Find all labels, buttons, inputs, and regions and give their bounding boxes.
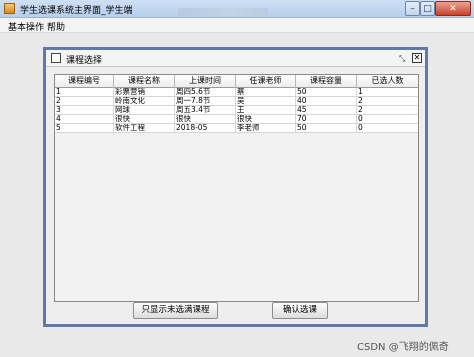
- table-cell: 50: [296, 88, 357, 96]
- table-cell: 4: [55, 115, 114, 123]
- minimize-button[interactable]: –: [405, 1, 420, 16]
- table-cell: 网球: [114, 106, 175, 114]
- window-title: 学生选课系统主界面_学生端: [20, 6, 133, 16]
- table-row[interactable]: 3 网球 周五3.4节 王 45 2: [55, 106, 418, 115]
- table-cell: 李老师: [236, 124, 296, 132]
- menu-help[interactable]: 帮助: [47, 20, 65, 33]
- table-cell: 很快: [114, 115, 175, 123]
- table-cell: 1: [358, 88, 363, 96]
- table-cell: 3: [55, 106, 114, 114]
- frame-title: 课程选择: [66, 56, 103, 66]
- menu-bar: 基本操作 帮助: [0, 18, 474, 33]
- table-cell: 0: [358, 124, 363, 132]
- watermark: CSDN @飞翔的佩奇: [357, 342, 449, 353]
- table-body: 1 彩票营销 周四5.6节 蔡 50 1 2 岭南文化 周一7.8节 吴 40 …: [55, 88, 418, 133]
- table-cell: 2: [358, 97, 363, 105]
- taskbar-ghost-tab: [178, 8, 268, 16]
- table-cell: 40: [296, 97, 357, 105]
- column-header-teacher[interactable]: 任课老师: [236, 75, 296, 88]
- frame-window-icon: [51, 53, 61, 63]
- table-cell: 彩票营销: [114, 88, 175, 96]
- maximize-icon: □: [423, 3, 432, 14]
- table-cell: 软件工程: [114, 124, 175, 132]
- table-cell: 蔡: [236, 88, 296, 96]
- confirm-selection-button[interactable]: 确认选课: [272, 302, 328, 319]
- course-table[interactable]: 课程编号 课程名称 上课时间 任课老师 课程容量 已选人数 1 彩票营销 周四5…: [54, 74, 419, 302]
- column-header-course-id[interactable]: 课程编号: [55, 75, 114, 88]
- column-header-class-time[interactable]: 上课时间: [175, 75, 236, 88]
- table-cell: 很快: [175, 115, 236, 123]
- window-title-bar: 学生选课系统主界面_学生端 – □ ✕: [0, 0, 474, 18]
- table-cell: 70: [296, 115, 357, 123]
- table-row[interactable]: 2 岭南文化 周一7.8节 吴 40 2: [55, 97, 418, 106]
- table-cell: 50: [296, 124, 357, 132]
- table-row[interactable]: 1 彩票营销 周四5.6节 蔡 50 1: [55, 88, 418, 97]
- table-cell: 很快: [236, 115, 296, 123]
- table-cell: 2018-05: [175, 124, 236, 132]
- close-button[interactable]: ✕: [435, 1, 471, 16]
- menu-basic-operations[interactable]: 基本操作: [8, 20, 44, 33]
- close-icon: ✕: [449, 3, 457, 14]
- table-cell: 王: [236, 106, 296, 114]
- show-unfilled-courses-button[interactable]: 只显示未选满课程: [133, 302, 218, 319]
- column-header-capacity[interactable]: 课程容量: [296, 75, 357, 88]
- table-cell: 吴: [236, 97, 296, 105]
- table-cell: 2: [55, 97, 114, 105]
- table-row[interactable]: 4 很快 很快 很快 70 0: [55, 115, 418, 124]
- app-icon: [4, 3, 15, 14]
- minimize-icon: –: [410, 3, 415, 14]
- table-header: 课程编号 课程名称 上课时间 任课老师 课程容量 已选人数: [55, 75, 418, 88]
- frame-title-bar[interactable]: 课程选择 ⤡ ✕: [46, 50, 425, 67]
- frame-close-button[interactable]: ✕: [412, 53, 422, 63]
- column-header-course-name[interactable]: 课程名称: [114, 75, 175, 88]
- maximize-button[interactable]: □: [420, 1, 435, 16]
- table-cell: 5: [55, 124, 114, 132]
- table-cell: 岭南文化: [114, 97, 175, 105]
- table-row[interactable]: 5 软件工程 2018-05 李老师 50 0: [55, 124, 418, 133]
- table-cell: 2: [358, 106, 363, 114]
- restore-icon[interactable]: ⤡: [399, 54, 408, 63]
- close-icon: ✕: [413, 53, 421, 62]
- column-header-enrolled[interactable]: 已选人数: [357, 75, 418, 88]
- table-cell: 1: [55, 88, 114, 96]
- table-cell: 周一7.8节: [175, 97, 236, 105]
- course-selection-frame: 课程选择 ⤡ ✕ 课程编号 课程名称 上课时间 任课老师 课程容量 已选人数 1…: [43, 47, 428, 327]
- table-cell: 45: [296, 106, 357, 114]
- table-cell: 0: [358, 115, 363, 123]
- table-cell: 周四5.6节: [175, 88, 236, 96]
- table-cell: 周五3.4节: [175, 106, 236, 114]
